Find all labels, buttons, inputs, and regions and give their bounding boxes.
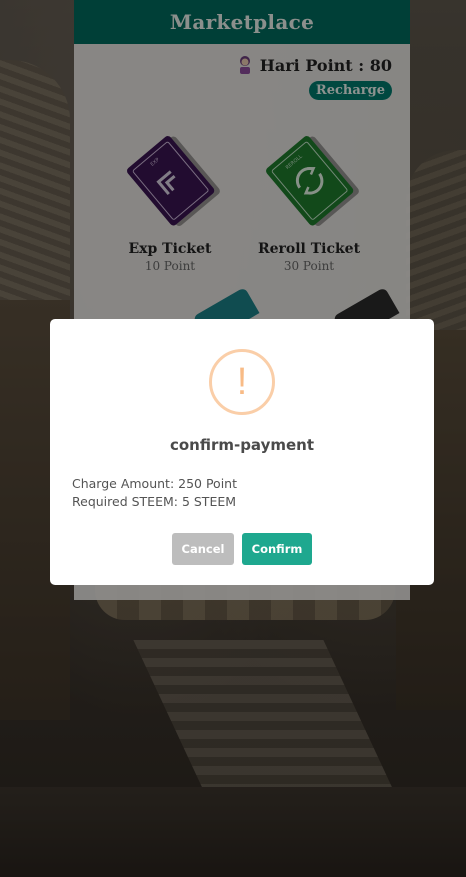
confirm-payment-dialog: ! confirm-payment Charge Amount: 250 Poi… [50, 319, 434, 585]
charge-amount-text: Charge Amount: 250 Point [72, 476, 238, 491]
cancel-button[interactable]: Cancel [172, 533, 234, 565]
warning-glyph: ! [236, 361, 248, 403]
dialog-body: Charge Amount: 250 Point Required STEEM:… [72, 475, 237, 511]
confirm-button[interactable]: Confirm [242, 533, 312, 565]
warning-icon: ! [209, 349, 275, 415]
dialog-title: confirm-payment [169, 436, 315, 454]
required-steem-text: Required STEEM: 5 STEEM [72, 494, 237, 509]
